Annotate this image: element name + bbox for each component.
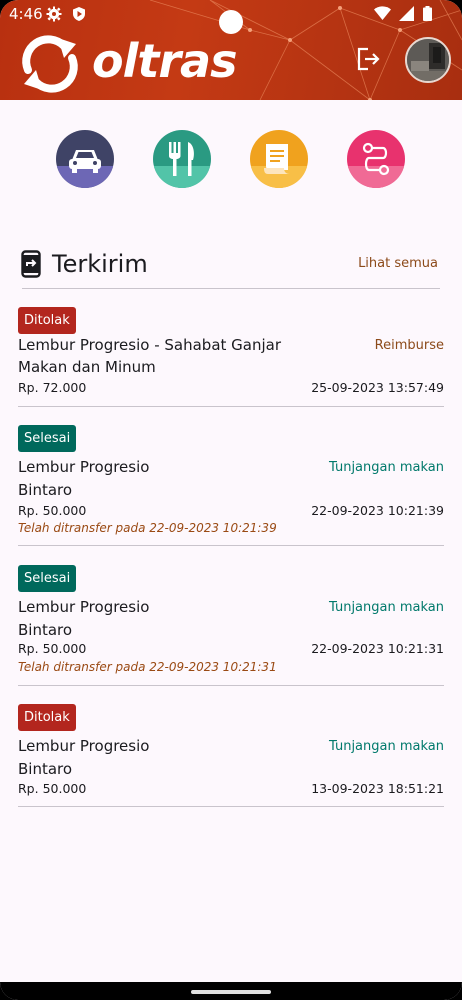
avatar[interactable] [405,37,451,83]
list-item[interactable]: Ditolak Lembur Progresio Tunjangan makan… [18,704,444,804]
item-category: Tunjangan makan [329,460,444,475]
item-amount: Rp. 50.000 [18,781,87,796]
item-transfer-note: Telah ditransfer pada 22-09-2023 10:21:3… [18,521,277,535]
item-category: Tunjangan makan [329,600,444,615]
item-divider [18,806,444,807]
item-title-line1: Lembur Progresio - Sahabat Ganjar [18,336,282,354]
item-title-line1: Lembur Progresio [18,458,150,476]
app-header: 4:46 oltras [0,0,462,100]
route-icon [347,130,405,188]
status-badge: Ditolak [18,704,76,731]
status-icons-right [374,6,432,25]
item-datetime: 22-09-2023 10:21:31 [311,641,444,656]
item-divider [18,545,444,546]
item-category: Tunjangan makan [329,739,444,754]
see-all-link[interactable]: Lihat semua [358,256,438,271]
section-divider [22,288,440,289]
item-title-line1: Lembur Progresio [18,598,150,616]
car-icon [56,130,114,188]
signal-icon [399,6,415,21]
app-logo-text: oltras [92,34,237,88]
status-icons-left [46,6,87,26]
app-screen: 4:46 oltras Terkirim Lihat semua Ditolak… [0,0,462,1000]
item-title-line2: Makan dan Minum [18,358,156,376]
category-meal-button[interactable] [153,130,211,188]
list-item[interactable]: Selesai Lembur Progresio Tunjangan makan… [18,565,444,685]
item-amount: Rp. 72.000 [18,380,87,395]
section-title: Terkirim [52,250,148,278]
category-route-button[interactable] [347,130,405,188]
phone-send-icon [21,250,41,278]
list-item[interactable]: Ditolak Lembur Progresio - Sahabat Ganja… [18,307,444,407]
item-divider [18,685,444,686]
fork-knife-icon [153,130,211,188]
status-badge: Selesai [18,565,77,592]
home-gesture-handle[interactable] [191,990,271,994]
item-transfer-note: Telah ditransfer pada 22-09-2023 10:21:3… [18,660,277,674]
item-title-line2: Bintaro [18,621,73,639]
battery-icon [423,6,432,21]
gear-icon [46,6,62,22]
camera-cutout [219,10,243,34]
item-amount: Rp. 50.000 [18,641,87,656]
item-title-line1: Lembur Progresio [18,737,150,755]
item-amount: Rp. 50.000 [18,503,87,518]
wifi-icon [374,6,392,20]
status-time: 4:46 [9,5,43,23]
status-badge: Ditolak [18,307,76,334]
play-shield-icon [72,7,85,21]
item-title-line2: Bintaro [18,760,73,778]
item-category: Reimburse [374,338,444,353]
sync-arrows-icon [22,35,78,93]
item-title-line2: Bintaro [18,481,73,499]
item-datetime: 22-09-2023 10:21:39 [311,503,444,518]
item-divider [18,406,444,407]
receipt-icon [250,130,308,188]
avatar-image [407,39,449,81]
category-transport-button[interactable] [56,130,114,188]
list-item[interactable]: Selesai Lembur Progresio Tunjangan makan… [18,425,444,545]
logout-icon[interactable] [355,46,381,72]
item-datetime: 13-09-2023 18:51:21 [311,781,444,796]
category-receipt-button[interactable] [250,130,308,188]
item-datetime: 25-09-2023 13:57:49 [311,380,444,395]
status-badge: Selesai [18,425,77,452]
